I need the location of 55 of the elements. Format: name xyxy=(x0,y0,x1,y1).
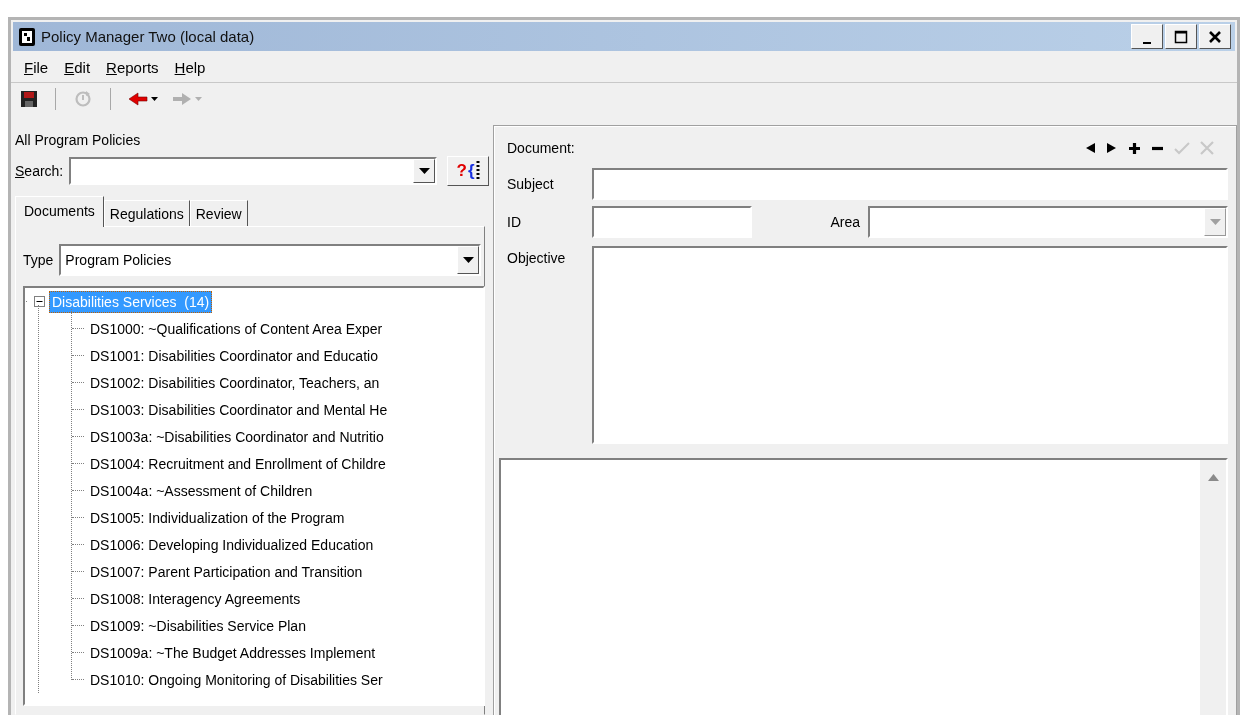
tree-item[interactable]: DS1010: Ongoing Monitoring of Disabilities Ser xyxy=(87,668,386,691)
panel-title: All Program Policies xyxy=(15,131,142,150)
search-field[interactable] xyxy=(69,157,437,185)
tab[interactable]: Review xyxy=(189,200,248,226)
area-dropdown[interactable] xyxy=(868,206,1228,238)
tab[interactable]: Regulations xyxy=(103,200,190,226)
caret-icon xyxy=(418,168,430,174)
tree-item[interactable]: DS1001: Disabilities Coordinator and Educatio xyxy=(87,344,381,367)
type-dropdown[interactable]: Program Policies xyxy=(59,244,481,276)
dotted-bar-icon xyxy=(475,161,480,181)
id-field[interactable] xyxy=(592,206,752,238)
tree-item[interactable]: DS1007: Parent Participation and Transition xyxy=(87,560,366,583)
tree-item[interactable]: DS1008: Interagency Agreements xyxy=(87,587,304,610)
previous-button[interactable] xyxy=(1084,142,1096,154)
scrollbar[interactable] xyxy=(1200,460,1226,715)
maximize-button[interactable] xyxy=(1165,24,1197,49)
id-label: ID xyxy=(507,214,522,230)
subject-label: Subject xyxy=(507,176,555,192)
plus-button[interactable] xyxy=(1128,141,1141,155)
tree-item[interactable]: DS1000: ~Qualifications of Content Area Exper xyxy=(87,317,386,340)
app-icon xyxy=(19,27,35,46)
scroll-up-icon[interactable] xyxy=(1207,474,1219,481)
type-label: Type xyxy=(23,252,54,268)
minimize-button[interactable] xyxy=(1131,24,1163,49)
maximize-icon xyxy=(1174,29,1188,44)
menu-item[interactable]: Help xyxy=(167,57,215,78)
window-title: Policy Manager Two (local data) xyxy=(41,28,256,45)
caret-icon xyxy=(462,257,474,263)
tree-item[interactable]: DS1003a: ~Disabilities Coordinator and Nutritio xyxy=(87,425,387,448)
menu-item[interactable]: Reports xyxy=(99,57,168,78)
menu-item[interactable]: File xyxy=(17,57,58,78)
tab[interactable]: Documents xyxy=(15,196,104,227)
objective-label: Objective xyxy=(507,249,567,266)
tree-item[interactable]: DS1004: Recruitment and Enrollment of Childre xyxy=(87,452,389,475)
document-label: Document: xyxy=(507,140,576,156)
menu-item[interactable]: Edit xyxy=(57,57,100,78)
tree-item[interactable]: DS1009a: ~The Budget Addresses Implement xyxy=(87,641,379,664)
dropdown-button[interactable] xyxy=(413,159,435,183)
caret-icon xyxy=(1209,219,1221,225)
collapse-icon[interactable] xyxy=(34,296,45,307)
tree-item[interactable]: DS1002: Disabilities Coordinator, Teachers, an xyxy=(87,371,383,394)
next-button[interactable] xyxy=(1106,142,1118,154)
minimize-icon xyxy=(1143,41,1151,44)
tree-item[interactable]: DS1003: Disabilities Coordinator and Mental He xyxy=(87,398,391,421)
dropdown-button[interactable] xyxy=(457,246,479,274)
tree-item[interactable]: DS1006: Developing Individualized Education xyxy=(87,533,377,556)
search-label: Search: xyxy=(15,163,64,179)
search-help-button[interactable]: ?{ xyxy=(447,156,489,186)
tree-item[interactable]: DS1004a: ~Assessment of Children xyxy=(87,479,316,502)
subject-field[interactable] xyxy=(592,168,1228,200)
close-icon xyxy=(1208,29,1222,44)
objective-field[interactable] xyxy=(592,246,1228,444)
tree-item[interactable]: DS1005: Individualization of the Program xyxy=(87,506,348,529)
tree-item[interactable]: DS1009: ~Disabilities Service Plan xyxy=(87,614,309,637)
area-label: Area xyxy=(830,214,861,230)
